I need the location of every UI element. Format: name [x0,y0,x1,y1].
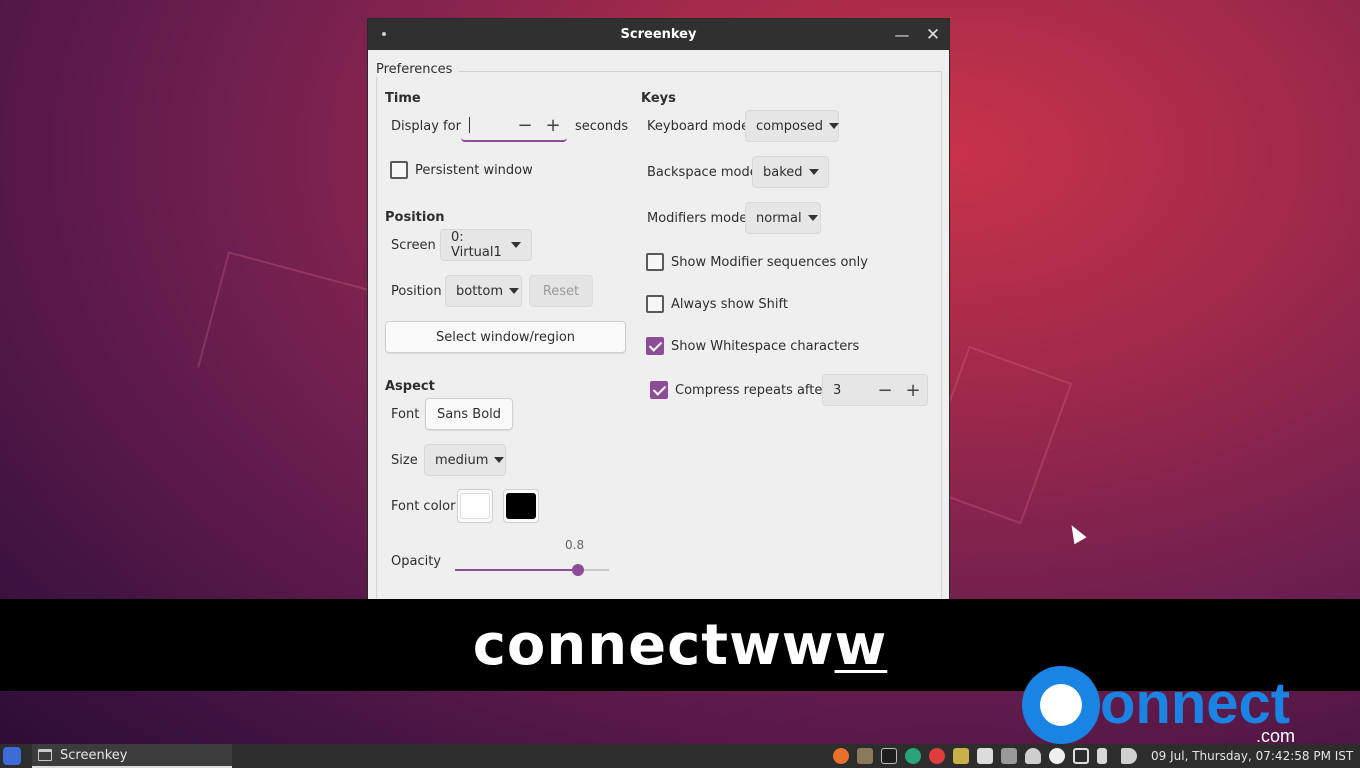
connectwww-logo: onnect .com [1022,664,1342,754]
preferences-label: Preferences [376,62,459,77]
font-color-button[interactable] [457,489,493,523]
display-for-spinner[interactable]: − + [461,110,567,142]
backspace-mode-select[interactable]: baked [752,156,829,188]
files-icon[interactable] [953,748,969,764]
size-select[interactable]: medium [424,444,506,476]
screen-select[interactable]: 0: Virtual1 [440,229,532,261]
modifiers-mode-select[interactable]: normal [745,202,821,234]
bell-icon[interactable] [1025,748,1041,764]
backspace-mode-value: baked [763,164,803,180]
chevron-down-icon [494,457,505,463]
show-whitespace-label: Show Whitespace characters [671,339,860,354]
close-icon[interactable]: ✕ [923,25,943,45]
keystroke-text: connectww [472,612,835,678]
taskbar-item-label: Screenkey [60,747,128,763]
keystroke-display: connectwww [473,613,888,678]
chevron-down-icon [511,242,521,248]
whisker-menu-icon[interactable] [3,747,21,765]
compress-repeats-spinner[interactable]: 3 − + [822,374,928,406]
always-show-shift-checkbox[interactable] [646,295,664,313]
background-color-swatch [506,493,536,519]
select-window-region-button[interactable]: Select window/region [385,321,626,353]
increment-icon[interactable]: + [539,115,567,136]
show-modifier-sequences-checkbox[interactable] [646,253,664,271]
always-show-shift-label: Always show Shift [671,297,788,312]
text-cursor [469,117,470,133]
keyboard-mode-value: composed [756,118,823,134]
volume-icon[interactable] [1121,748,1137,764]
position-select[interactable]: bottom [445,275,522,307]
decrement-icon[interactable]: − [871,380,899,401]
window-menu-icon[interactable] [382,32,386,36]
backspace-mode-label: Backspace mode [647,165,758,180]
compress-repeats-checkbox[interactable] [650,381,668,399]
chevron-down-icon [808,169,819,175]
keyboard-mode-label: Keyboard mode [647,119,750,134]
keyboard-mode-select[interactable]: composed [745,110,839,142]
aspect-heading: Aspect [385,379,435,394]
mega-icon[interactable] [1049,748,1065,764]
window-title: Screenkey [620,27,697,42]
battery-icon[interactable] [1097,748,1107,764]
screen-value: 0: Virtual1 [451,230,502,260]
font-color-label: Font color [391,499,456,514]
font-chooser-button[interactable]: Sans Bold [425,398,513,430]
opacity-value: 0.8 [565,538,585,552]
gimp-icon[interactable] [857,748,873,764]
background-color-button[interactable] [503,489,539,523]
display-for-label: Display for [391,119,461,134]
clock[interactable]: 09 Jul, Thursday, 07:42:58 PM IST [1151,749,1353,763]
pen-icon[interactable] [929,748,945,764]
screenkey-window: Screenkey — ✕ Preferences Time Display f… [367,18,950,600]
chevron-down-icon [509,288,520,294]
position-value: bottom [456,283,504,299]
increment-icon[interactable]: + [899,380,927,401]
show-modifier-sequences-label: Show Modifier sequences only [671,255,868,270]
window-icon [38,749,52,761]
seconds-label: seconds [575,119,629,134]
compress-repeats-label: Compress repeats after [675,383,828,398]
keyboard-icon[interactable] [1001,748,1017,764]
minimize-icon[interactable]: — [892,25,912,45]
persistent-window-label: Persistent window [415,163,533,178]
font-color-swatch [460,493,490,519]
opacity-slider-fill [455,569,579,571]
display-icon[interactable] [1073,748,1089,764]
shutter-icon[interactable] [905,748,921,764]
font-label: Font [391,407,420,422]
time-heading: Time [385,91,421,106]
mouse-pointer-icon [1065,521,1087,545]
chevron-down-icon [807,215,818,221]
show-whitespace-checkbox[interactable] [646,337,664,355]
keys-heading: Keys [641,91,676,106]
window-icon[interactable] [977,748,993,764]
position-label: Position [391,284,442,299]
modifiers-mode-label: Modifiers mode [647,211,748,226]
title-bar[interactable]: Screenkey — ✕ [368,19,949,50]
compress-repeats-value[interactable]: 3 [823,383,871,398]
chevron-down-icon [829,123,839,129]
persistent-window-checkbox[interactable] [390,161,408,179]
modifiers-mode-value: normal [756,210,802,226]
opacity-label: Opacity [391,554,442,569]
firefox-icon[interactable] [833,748,849,764]
desktop-decoration [197,251,383,409]
reset-button[interactable]: Reset [529,275,593,307]
taskbar: Screenkey 09 Jul, Thursday, 07:42:58 PM … [0,744,1360,768]
size-value: medium [435,452,489,468]
taskbar-item-screenkey[interactable]: Screenkey [32,744,232,768]
position-heading: Position [385,210,445,225]
logo-c-icon [1022,666,1100,744]
screen-label: Screen [391,238,436,253]
terminal-icon[interactable] [881,748,897,764]
decrement-icon[interactable]: − [511,115,539,136]
size-label: Size [391,453,418,468]
keystroke-current: w [834,612,888,678]
